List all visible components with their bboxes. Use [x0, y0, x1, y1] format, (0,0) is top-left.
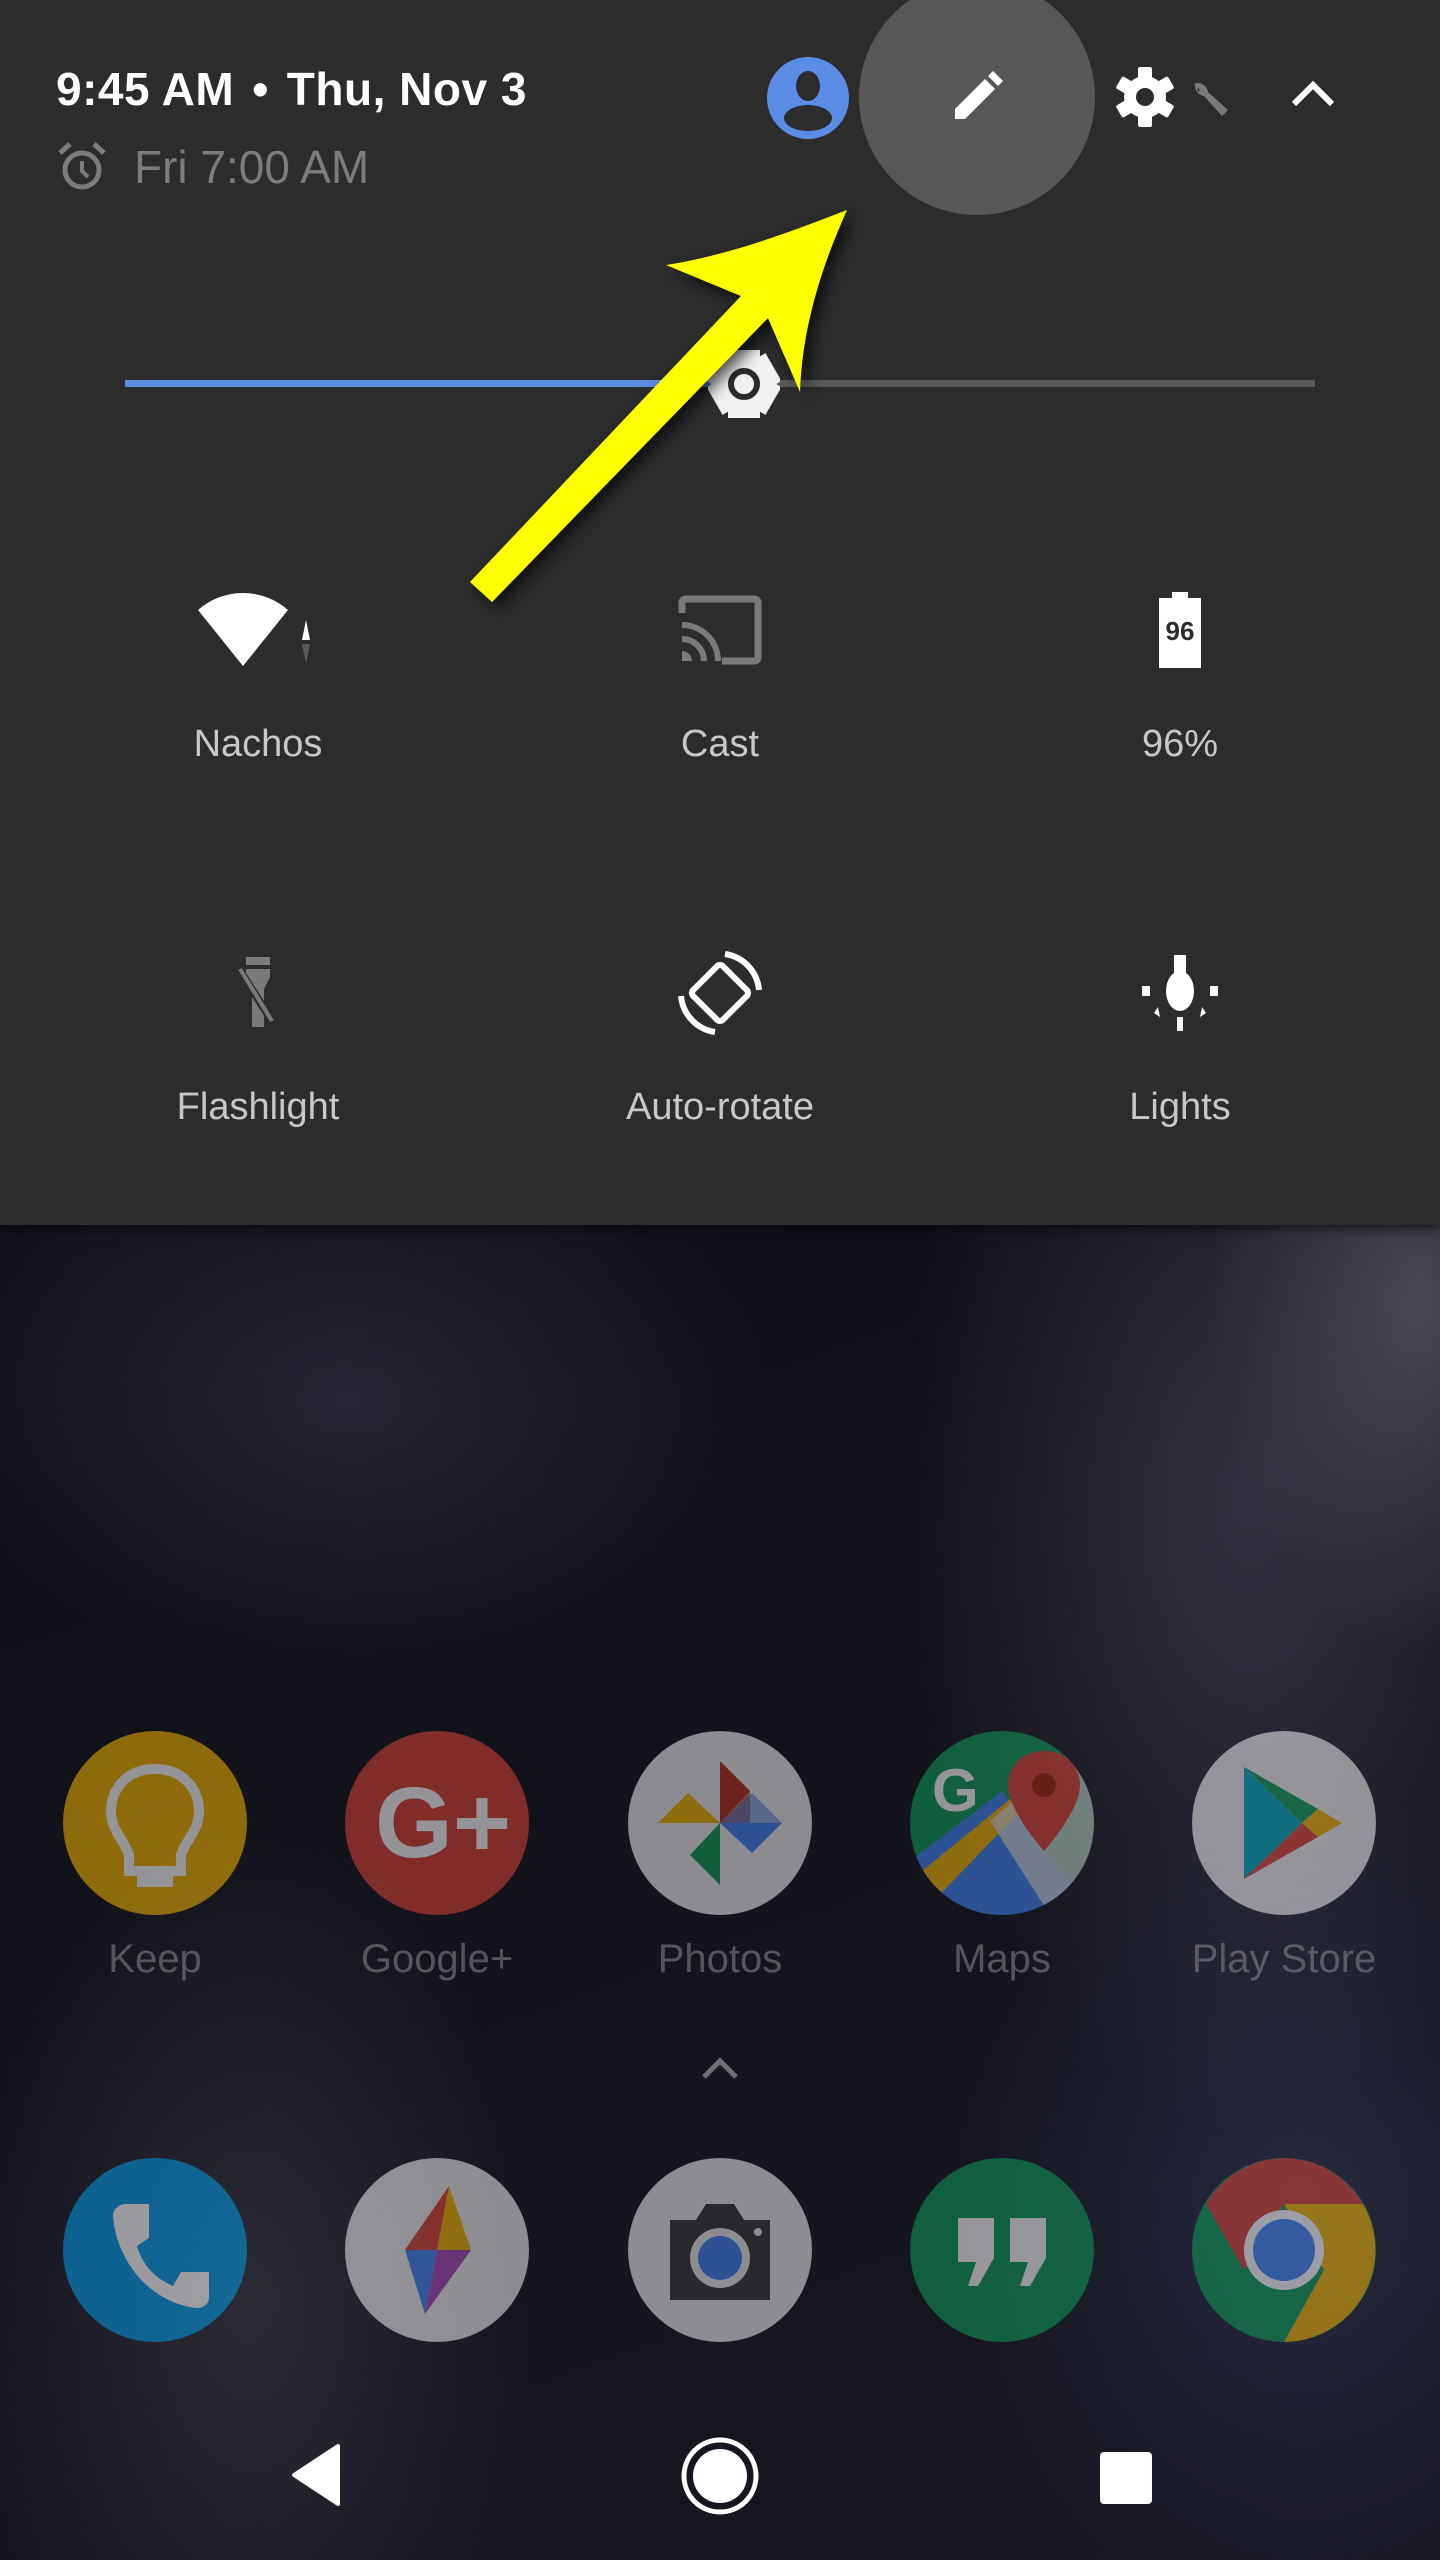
compass-app-icon [345, 2158, 529, 2342]
tile-battery[interactable]: 96 96% [1030, 575, 1330, 766]
brightness-fill [125, 380, 744, 387]
tile-label: Auto-rotate [626, 1086, 814, 1128]
app-label: Keep [108, 1937, 202, 1981]
clock-date[interactable]: 9:45 AM • Thu, Nov 3 [56, 62, 527, 116]
svg-text:G+: G+ [375, 1767, 511, 1879]
camera-icon [628, 2158, 812, 2342]
clock-time: 9:45 AM [56, 63, 235, 115]
dock-hangouts[interactable] [882, 2158, 1122, 2342]
home-button[interactable] [680, 2436, 760, 2521]
collapse-button[interactable] [1290, 78, 1336, 113]
auto-rotate-icon [678, 951, 762, 1035]
tile-label: 96% [1141, 723, 1219, 765]
dock-phone[interactable] [35, 2158, 275, 2342]
next-alarm[interactable]: Fri 7:00 AM [56, 140, 369, 194]
app-keep[interactable]: Keep [35, 1731, 275, 1982]
app-google-plus[interactable]: G+ Google+ [317, 1731, 557, 1982]
app-maps[interactable]: G Maps [882, 1731, 1122, 1982]
alarm-text: Fri 7:00 AM [134, 141, 370, 193]
alarm-clock-icon [58, 142, 106, 190]
chrome-icon [1192, 2158, 1376, 2342]
cast-icon [678, 595, 762, 665]
tile-wifi[interactable]: Nachos [108, 575, 408, 766]
app-play-store[interactable]: Play Store [1164, 1731, 1404, 1982]
recents-icon [1100, 2452, 1152, 2504]
chevron-up-icon [1291, 80, 1335, 107]
svg-text:96: 96 [1166, 616, 1195, 646]
play-store-icon [1192, 1731, 1376, 1915]
phone-icon [63, 2158, 247, 2342]
user-switcher-button[interactable] [766, 56, 850, 145]
dock-compass-app[interactable] [317, 2158, 557, 2342]
app-drawer-chevron-icon[interactable] [700, 2055, 740, 2086]
maps-icon: G [910, 1731, 1094, 1915]
photos-icon [628, 1731, 812, 1915]
hangouts-icon [910, 2158, 1094, 2342]
system-ui-tuner-indicator [1188, 76, 1232, 125]
flashlight-off-icon [236, 957, 280, 1030]
separator-dot: • [252, 63, 269, 115]
battery-icon: 96 [1159, 592, 1201, 668]
app-label: Maps [953, 1937, 1051, 1981]
app-label: Google+ [360, 1937, 514, 1981]
user-avatar-icon [767, 57, 849, 139]
tile-label: Nachos [193, 723, 323, 765]
tile-label: Lights [1129, 1086, 1231, 1128]
tile-cast[interactable]: Cast [570, 575, 870, 766]
dock-camera[interactable] [600, 2158, 840, 2342]
edit-pencil-icon [955, 71, 1003, 119]
back-icon [292, 2444, 340, 2506]
tile-label: Cast [680, 723, 760, 765]
settings-button[interactable] [1114, 66, 1176, 133]
tile-label: Flashlight [176, 1086, 340, 1128]
home-icon [681, 2437, 759, 2515]
app-label: Photos [657, 1937, 783, 1981]
tile-flashlight[interactable]: Flashlight [108, 938, 408, 1129]
app-photos[interactable]: Photos [600, 1731, 840, 1982]
google-plus-icon: G+ [345, 1731, 529, 1915]
settings-gear-icon [1116, 67, 1174, 127]
back-button[interactable] [288, 2440, 344, 2515]
recents-button[interactable] [1098, 2450, 1154, 2511]
date-text: Thu, Nov 3 [286, 63, 527, 115]
quick-settings-panel: 9:45 AM • Thu, Nov 3 Fri 7:00 AM Nachos … [0, 0, 1440, 1225]
svg-text:G: G [932, 1757, 979, 1824]
light-bulb-icon [1142, 955, 1218, 1031]
tile-lights[interactable]: Lights [1030, 938, 1330, 1129]
app-label: Play Store [1191, 1937, 1377, 1981]
wrench-icon [1194, 82, 1228, 116]
edit-button[interactable] [859, 0, 1095, 215]
tile-auto-rotate[interactable]: Auto-rotate [570, 938, 870, 1129]
brightness-thumb[interactable] [706, 348, 782, 420]
brightness-auto-icon [706, 350, 782, 418]
dock-chrome[interactable] [1164, 2158, 1404, 2342]
wifi-icon [198, 592, 310, 666]
keep-icon [63, 1731, 247, 1915]
